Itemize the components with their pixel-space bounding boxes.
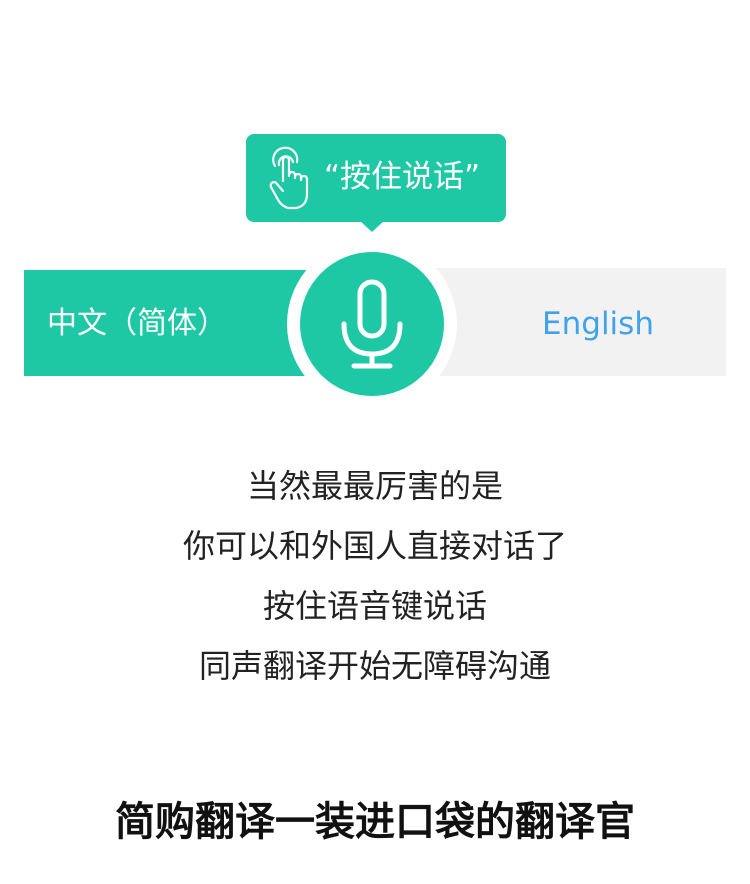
feature-description: 当然最最厉害的是 你可以和外国人直接对话了 按住语音键说话 同声翻译开始无障碍沟… — [0, 456, 750, 696]
description-line: 当然最最厉害的是 — [246, 467, 503, 505]
description-line: 同声翻译开始无障碍沟通 — [198, 647, 551, 685]
hand-tap-icon — [269, 146, 309, 210]
microphone-icon — [341, 279, 403, 369]
description-line: 你可以和外国人直接对话了 — [182, 527, 567, 565]
target-language-label: English — [542, 306, 654, 342]
source-language-label: 中文（简体） — [47, 306, 227, 341]
tooltip-pointer — [359, 220, 385, 232]
slogan-heading: 简购翻译一装进口袋的翻译官 — [115, 799, 635, 845]
description-line: 按住语音键说话 — [262, 587, 487, 625]
press-to-talk-label: “按住说话” — [324, 159, 481, 195]
